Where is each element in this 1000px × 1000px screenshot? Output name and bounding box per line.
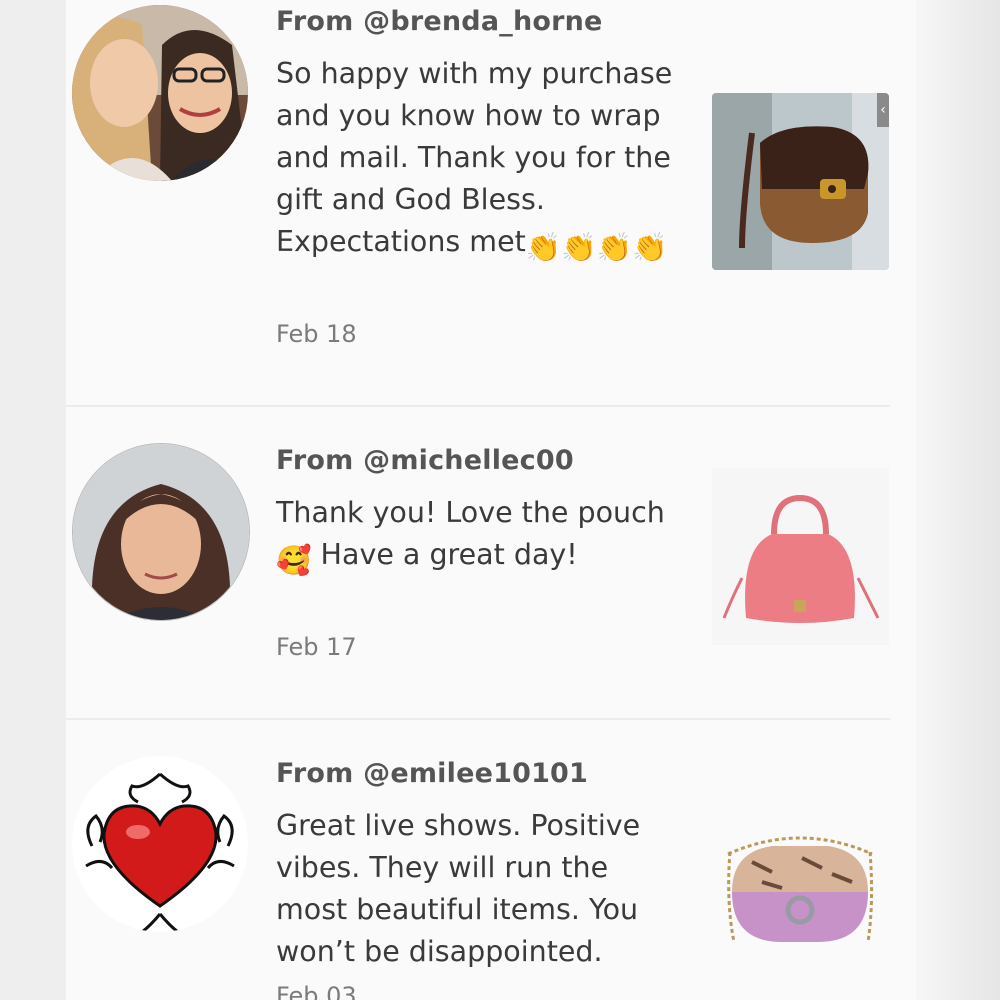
review-text: Great live shows. Positive vibes. They w… xyxy=(276,809,641,968)
product-thumbnail[interactable] xyxy=(712,802,889,979)
review-date: Feb 18 xyxy=(276,320,357,348)
review-date: Feb 17 xyxy=(276,633,357,661)
right-edge-shadow xyxy=(916,0,1000,1000)
reviewer-avatar[interactable] xyxy=(72,756,248,932)
smiling-face-hearts-emoji: 🥰 xyxy=(276,544,312,577)
pink-satchel-bag-icon xyxy=(712,468,889,645)
reviewer-handle[interactable]: From @michellec00 xyxy=(276,445,574,476)
brown-monogram-saddle-bag-icon xyxy=(712,93,889,270)
snakeskin-purple-chain-bag-icon xyxy=(712,802,889,979)
reviewer-avatar[interactable] xyxy=(72,443,250,621)
reviews-panel: From @brenda_horne So happy with my purc… xyxy=(66,0,916,1000)
review-message: Thank you! Love the pouch xyxy=(276,496,665,529)
reviewer-handle[interactable]: From @emilee10101 xyxy=(276,758,588,789)
review-item: From @emilee10101 Great live shows. Posi… xyxy=(66,720,916,1000)
reviewer-avatar[interactable] xyxy=(72,5,248,181)
product-thumbnail[interactable] xyxy=(712,468,889,645)
user-photo-avatar-icon xyxy=(72,5,248,181)
review-item: From @michellec00 Thank you! Love the po… xyxy=(66,407,916,720)
review-text: So happy with my purchase and you know h… xyxy=(276,53,686,269)
chevron-left-icon[interactable]: ‹ xyxy=(877,93,889,127)
review-message: Have a great day! xyxy=(311,538,578,571)
review-item: From @brenda_horne So happy with my purc… xyxy=(66,0,916,407)
review-text: Thank you! Love the pouch 🥰 Have a great … xyxy=(276,492,686,582)
clapping-hands-emoji: 👏👏👏👏 xyxy=(525,231,668,264)
reviewer-handle[interactable]: From @brenda_horne xyxy=(276,6,603,37)
review-date: Feb 03 xyxy=(276,982,357,1000)
user-photo-avatar-icon xyxy=(73,444,249,620)
ornate-heart-avatar-icon xyxy=(72,756,248,932)
product-thumbnail[interactable]: ‹ xyxy=(712,93,889,270)
